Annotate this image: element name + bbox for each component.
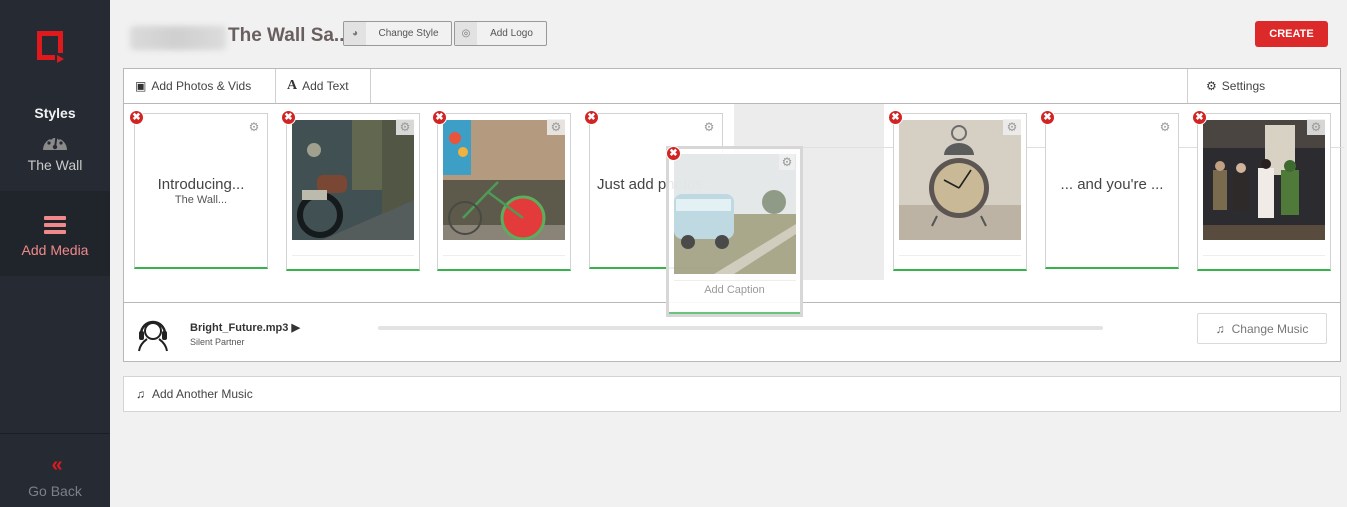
change-music-label: Change Music [1231, 321, 1309, 336]
style-icon: ◕ [344, 22, 366, 45]
photo-thumbnail-van [674, 154, 796, 274]
change-music-button[interactable]: ♫ Change Music [1197, 313, 1327, 344]
caption-divider [1203, 255, 1325, 256]
slide-subtitle: The Wall... [174, 194, 228, 206]
photo-thumbnail-bicycle [443, 120, 565, 240]
caption-divider [292, 255, 414, 256]
add-text-button[interactable]: A Add Text [276, 69, 371, 103]
editor-panel: ▣ Add Photos & Vids A Add Text ⚙ Setting… [123, 68, 1344, 362]
app-logo[interactable] [35, 29, 65, 63]
gear-icon[interactable]: ⚙ [779, 154, 795, 170]
track-name[interactable]: Bright_Future.mp3 ▶ [190, 321, 300, 334]
gear-icon[interactable]: ⚙ [396, 119, 414, 135]
settings-label: Settings [1221, 79, 1266, 93]
go-back-label: Go Back [28, 483, 82, 499]
add-another-music-button[interactable]: ♫ Add Another Music [123, 376, 1341, 412]
add-logo-button[interactable]: ◎ Add Logo [454, 21, 547, 46]
track-progress-bar[interactable] [378, 326, 1103, 330]
gear-icon[interactable]: ⚙ [1003, 119, 1021, 135]
logo-icon: ◎ [455, 22, 477, 45]
caption-divider [443, 255, 565, 256]
slide-card[interactable]: ✖ ⚙ [888, 110, 1027, 271]
track-artist: Silent Partner [190, 337, 245, 347]
caption-input[interactable]: Add Caption [669, 284, 800, 296]
slide-card[interactable]: ✖ ⚙ ... and you're ... [1040, 110, 1179, 269]
caption-divider [674, 280, 796, 281]
remove-icon[interactable]: ✖ [584, 110, 599, 125]
add-logo-label: Add Logo [490, 28, 533, 39]
gear-icon[interactable]: ⚙ [547, 119, 565, 135]
create-button[interactable]: CREATE [1255, 21, 1328, 47]
remove-icon[interactable]: ✖ [888, 110, 903, 125]
gear-icon[interactable]: ⚙ [701, 119, 717, 135]
media-toolbar: ▣ Add Photos & Vids A Add Text ⚙ Setting… [124, 69, 1340, 104]
photo-thumbnail-alarm-clock [899, 120, 1021, 240]
add-text-label: Add Text [302, 79, 349, 93]
headphones-icon [138, 320, 168, 352]
slide-text: Introducing... The Wall... [135, 176, 267, 206]
add-photos-button[interactable]: ▣ Add Photos & Vids [124, 69, 276, 103]
slide-title: ... and you're ... [1060, 176, 1164, 193]
settings-button[interactable]: ⚙ Settings [1187, 69, 1340, 103]
slide-card[interactable]: ✖ ⚙ Introducing... The Wall... [129, 110, 268, 269]
music-note-icon: ♫ [136, 387, 145, 401]
sidebar-styles[interactable]: Styles The Wall [0, 95, 110, 190]
gear-icon[interactable]: ⚙ [1157, 119, 1173, 135]
slide-timeline: ✖ ⚙ Introducing... The Wall... ✖ ⚙ ✖ ⚙ ✖… [124, 104, 1344, 317]
sidebar: Styles The Wall Add Media « Go Back [0, 0, 110, 507]
slide-text: ... and you're ... [1046, 176, 1178, 193]
change-style-label: Change Style [378, 28, 439, 39]
track-title: Bright_Future.mp3 [190, 322, 289, 334]
menu-icon [44, 216, 66, 234]
camera-icon: ▣ [135, 79, 147, 93]
slide-card[interactable]: ✖ ⚙ [432, 110, 571, 271]
remove-icon[interactable]: ✖ [1192, 110, 1207, 125]
remove-icon[interactable]: ✖ [432, 110, 447, 125]
caption-divider [899, 255, 1021, 256]
remove-icon[interactable]: ✖ [1040, 110, 1055, 125]
gear-icon: ⚙ [1206, 79, 1217, 93]
slide-card[interactable]: ✖ ⚙ [281, 110, 420, 271]
music-note-icon: ♫ [1215, 321, 1225, 336]
remove-icon[interactable]: ✖ [666, 146, 681, 161]
go-back-button[interactable]: « Go Back [0, 455, 110, 499]
remove-icon[interactable]: ✖ [129, 110, 144, 125]
change-style-button[interactable]: ◕ Change Style [343, 21, 452, 46]
gear-icon[interactable]: ⚙ [1307, 119, 1325, 135]
photo-thumbnail-motorcycle [292, 120, 414, 240]
dashboard-icon [43, 135, 67, 150]
slide-title: Introducing... [157, 176, 245, 193]
text-icon: A [287, 78, 298, 93]
dragging-slide-card[interactable]: ✖ ⚙ Add Caption [666, 146, 803, 317]
add-media-label: Add Media [21, 242, 89, 258]
play-icon[interactable]: ▶ [291, 322, 299, 334]
add-another-music-label: Add Another Music [152, 387, 253, 401]
sidebar-add-media[interactable]: Add Media [0, 191, 110, 276]
gear-icon[interactable]: ⚙ [246, 119, 262, 135]
slide-card[interactable]: ✖ ⚙ [1192, 110, 1331, 271]
current-style-name: The Wall [27, 157, 83, 173]
blurred-title-prefix [130, 26, 226, 50]
photo-thumbnail-bus-stop [1203, 120, 1325, 240]
add-photos-label: Add Photos & Vids [151, 79, 252, 93]
project-title[interactable]: The Wall Sa... [228, 25, 350, 47]
remove-icon[interactable]: ✖ [281, 110, 296, 125]
card-status-bar [669, 312, 800, 314]
double-chevron-left-icon: « [51, 454, 62, 476]
sidebar-divider [0, 433, 110, 434]
styles-title: Styles [34, 105, 76, 121]
